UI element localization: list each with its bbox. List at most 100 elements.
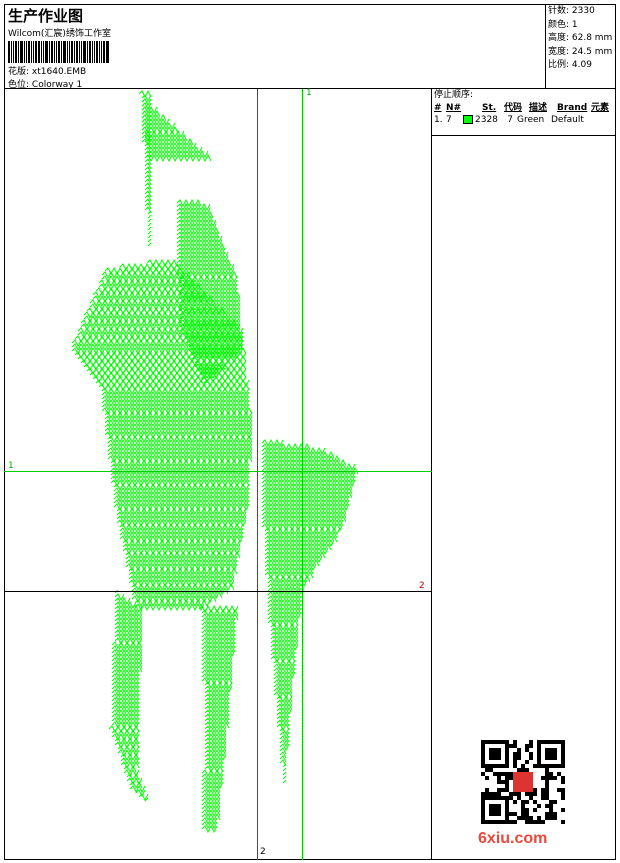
qr-module — [481, 804, 485, 808]
stitch-count: 针数: 2330 — [548, 6, 595, 16]
qr-module — [489, 804, 493, 808]
row-code: 7 — [507, 115, 513, 125]
stitch-row — [116, 510, 247, 520]
stitch-row — [125, 554, 238, 564]
row-n: 7 — [446, 115, 452, 125]
qr-module — [525, 748, 529, 752]
stop-sequence-title: 停止顺序: — [434, 90, 474, 100]
barcode-bar — [89, 41, 91, 63]
qr-module — [549, 816, 553, 820]
design-height: 高度: 62.8 mm — [548, 33, 613, 43]
qr-module — [489, 820, 493, 824]
qr-module — [505, 812, 509, 816]
barcode-bar — [63, 41, 66, 63]
qr-module — [489, 764, 493, 768]
qr-module — [501, 780, 505, 784]
qr-module — [537, 744, 541, 748]
stitch-row — [147, 234, 152, 239]
qr-module — [549, 764, 553, 768]
qr-module — [553, 752, 557, 756]
design-scale: 比例: 4.09 — [548, 60, 592, 70]
barcode-bar — [43, 41, 44, 63]
qr-module — [521, 768, 525, 772]
qr-module — [561, 740, 565, 744]
qr-module — [517, 792, 521, 796]
qr-module — [537, 760, 541, 764]
qr-module — [501, 788, 505, 792]
barcode-bar — [71, 41, 73, 63]
stitch-row — [116, 506, 247, 516]
barcode-bar — [35, 41, 37, 63]
qr-code — [481, 740, 565, 824]
qr-module — [561, 796, 565, 800]
qr-module — [497, 788, 501, 792]
qr-module — [545, 812, 549, 816]
qr-module — [497, 764, 501, 768]
qr-module — [513, 820, 517, 824]
stop-sequence-panel: 停止顺序: # N# St. 代码 描述 Brand 元素 1. 7 2328 … — [432, 89, 616, 136]
qr-module — [497, 808, 501, 812]
stitch-row — [201, 608, 239, 618]
qr-module — [557, 788, 561, 792]
qr-module — [553, 776, 557, 780]
stitch-row — [147, 226, 152, 231]
qr-module — [481, 740, 485, 744]
qr-module — [481, 752, 485, 756]
qr-module — [493, 764, 497, 768]
row-desc: Green — [517, 115, 545, 125]
design-info: 针数: 2330 颜色: 1 高度: 62.8 mm 宽度: 24.5 mm 比… — [546, 4, 616, 89]
qr-module — [505, 740, 509, 744]
qr-module — [497, 804, 501, 808]
barcode-bar — [41, 41, 42, 63]
qr-module — [521, 812, 525, 816]
barcode — [8, 41, 132, 63]
barcode-bar — [26, 41, 27, 63]
qr-module — [545, 792, 549, 796]
qr-module — [541, 796, 545, 800]
qr-module — [517, 748, 521, 752]
green-vertical-label: 1 — [306, 88, 312, 98]
barcode-bar — [69, 41, 70, 63]
qr-module — [489, 808, 493, 812]
qr-module — [525, 760, 529, 764]
qr-module — [481, 812, 485, 816]
qr-module — [545, 788, 549, 792]
qr-module — [489, 792, 493, 796]
qr-module — [517, 796, 521, 800]
qr-module — [521, 804, 525, 808]
qr-module — [549, 756, 553, 760]
col-num: # — [434, 103, 442, 113]
qr-module — [533, 788, 537, 792]
qr-module — [481, 772, 485, 776]
qr-module — [489, 756, 493, 760]
qr-module — [513, 812, 517, 816]
stitch-row — [176, 250, 229, 260]
qr-module — [509, 776, 513, 780]
qr-module — [553, 816, 557, 820]
qr-module — [485, 792, 489, 796]
qr-module — [509, 820, 513, 824]
barcode-bar — [94, 41, 95, 63]
qr-module — [545, 780, 549, 784]
qr-module — [545, 816, 549, 820]
qr-module — [533, 820, 537, 824]
stitch-row — [120, 760, 140, 770]
qr-module — [497, 796, 501, 800]
qr-module — [525, 768, 529, 772]
qr-module — [549, 776, 553, 780]
stitch-row — [125, 558, 238, 568]
qr-module — [493, 820, 497, 824]
barcode-bar — [99, 41, 100, 63]
qr-module — [549, 808, 553, 812]
qr-module — [505, 808, 509, 812]
design-file: 花版: xt1640.EMB — [8, 64, 86, 77]
qr-module — [533, 764, 537, 768]
qr-module — [561, 744, 565, 748]
qr-module — [557, 740, 561, 744]
qr-module — [557, 764, 561, 768]
color-count: 颜色: 1 — [548, 19, 578, 30]
qr-module — [517, 816, 521, 820]
barcode-bar — [31, 41, 32, 63]
barcode-bar — [20, 41, 23, 63]
qr-module — [561, 808, 565, 812]
